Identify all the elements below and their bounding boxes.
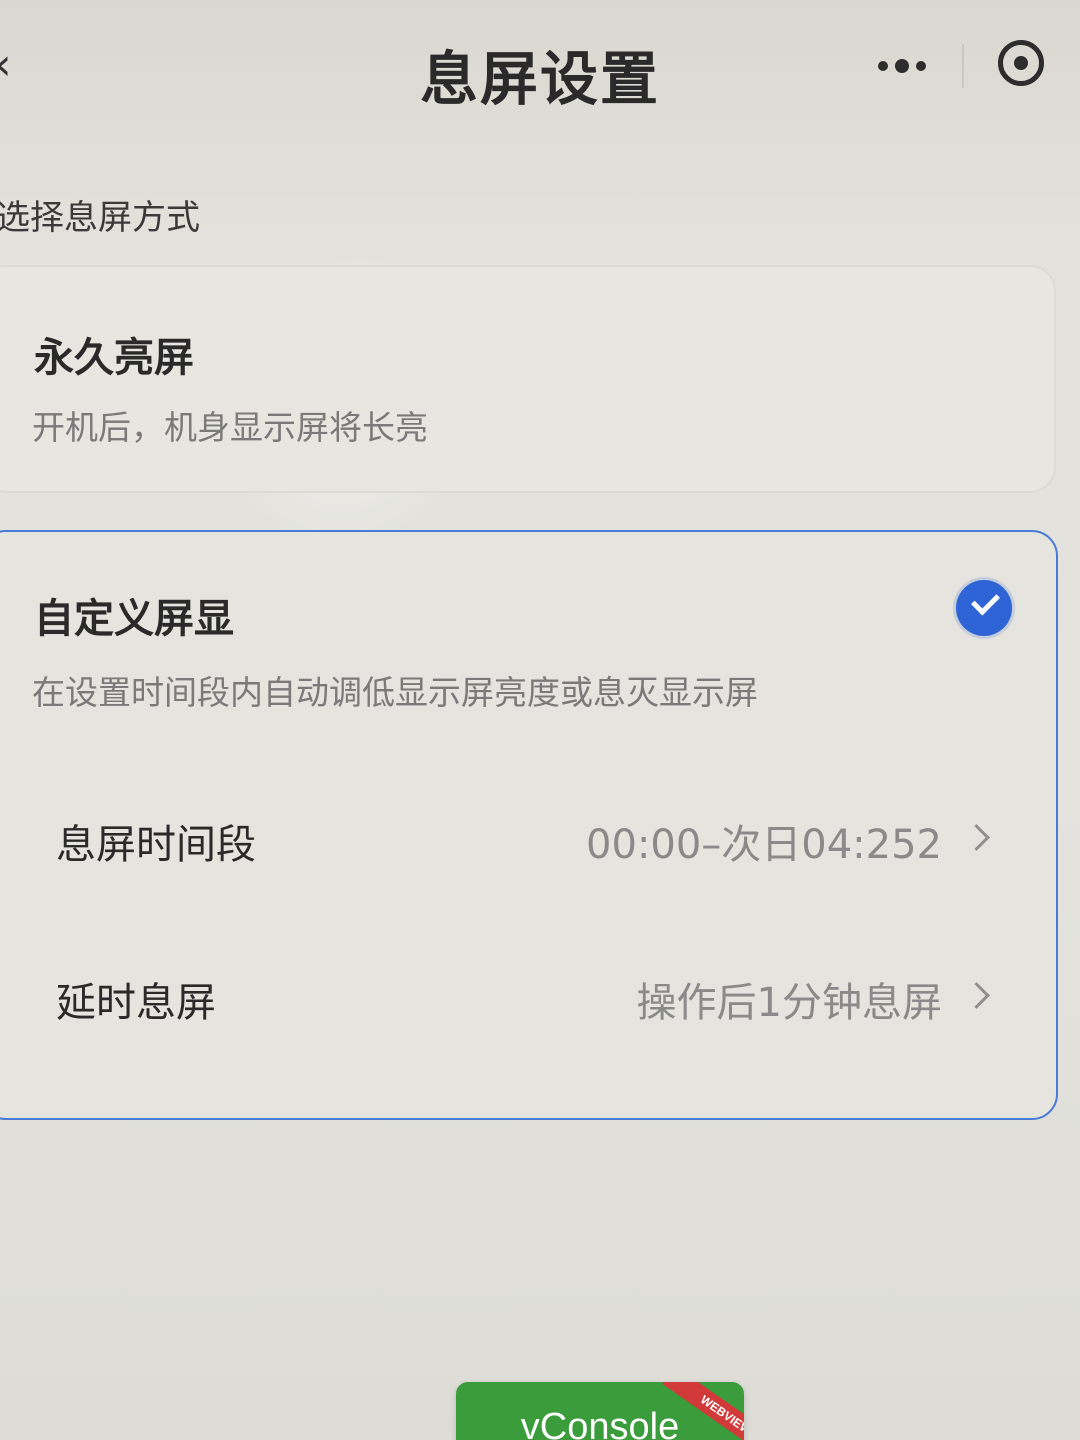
dot (878, 61, 888, 71)
section-label: 选择息屏方式 (0, 198, 200, 238)
option-title: 自定义屏显 (34, 596, 234, 642)
row-value: 00:00–次日04:252 (586, 822, 942, 868)
option-description: 开机后，机身显示屏将长亮 (32, 408, 428, 447)
target-dot (1014, 56, 1028, 70)
nav-bar: ‹ 息屏设置 (0, 0, 1080, 130)
dot (916, 61, 926, 71)
more-dots-icon[interactable] (870, 48, 934, 84)
check-icon (956, 580, 1012, 636)
option-description: 在设置时间段内自动调低显示屏亮度或息灭显示屏 (32, 673, 758, 712)
option-title: 永久亮屏 (34, 335, 194, 381)
option-permanent-card[interactable]: 永久亮屏 开机后，机身显示屏将长亮 (0, 265, 1056, 493)
dot (895, 59, 909, 73)
vconsole-button[interactable]: vConsole WEBVIEW (456, 1382, 744, 1440)
row-value: 操作后1分钟息屏 (636, 980, 942, 1026)
target-circle-icon[interactable] (998, 40, 1044, 86)
screen: ‹ 息屏设置 选择息屏方式 永久亮屏 开机后，机身显示屏将长亮 自定义屏显 在设… (0, 0, 1080, 1440)
chevron-right-icon (963, 824, 990, 851)
row-label: 延时息屏 (56, 980, 216, 1026)
timespan-row[interactable]: 息屏时间段 00:00–次日04:252 (2, 786, 1042, 886)
capsule-divider (962, 44, 964, 88)
chevron-right-icon (963, 982, 990, 1009)
option-custom-card[interactable]: 自定义屏显 在设置时间段内自动调低显示屏亮度或息灭显示屏 息屏时间段 00:00… (0, 530, 1058, 1120)
delay-row[interactable]: 延时息屏 操作后1分钟息屏 (2, 944, 1042, 1044)
mini-program-capsule (848, 30, 1068, 102)
row-label: 息屏时间段 (56, 822, 256, 868)
